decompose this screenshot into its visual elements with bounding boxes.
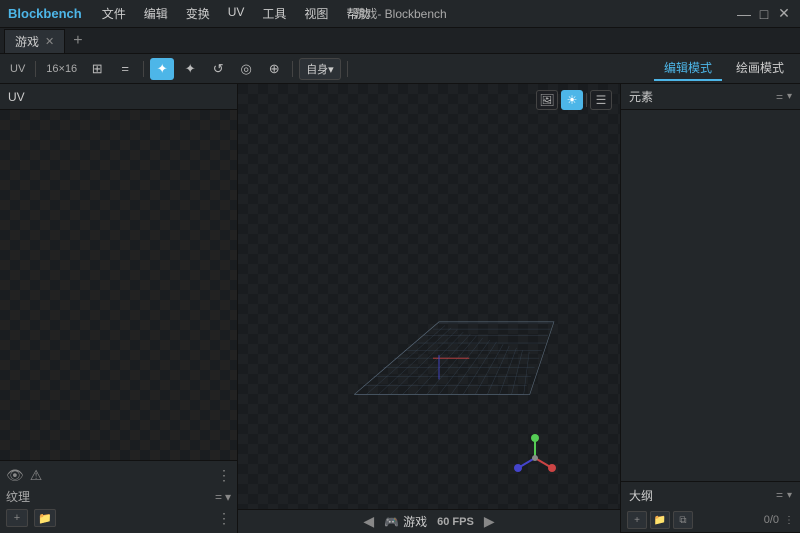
- viewport-tab-label: 🎮 游戏: [384, 513, 427, 530]
- uv-label: UV: [8, 90, 25, 104]
- mode-dropdown[interactable]: 自身▾: [299, 58, 341, 80]
- move-tool-btn[interactable]: ✦: [150, 58, 174, 80]
- outline-copy-btn[interactable]: ⧉: [673, 511, 693, 529]
- viewport-tab-icon: 🎮: [384, 515, 399, 529]
- viewport-bottom-bar: ◀ 🎮 游戏 60 FPS ▶: [238, 509, 620, 533]
- texture-row: 纹理 = ▾: [6, 486, 231, 507]
- outline-menu-icon[interactable]: =: [776, 488, 783, 502]
- outline-more-icon[interactable]: ⋮: [784, 515, 794, 526]
- minimize-button[interactable]: —: [736, 6, 752, 22]
- right-panel-header: 元素 = ▾: [621, 84, 800, 110]
- warning-icon: ⚠: [30, 467, 43, 484]
- paint-mode-btn[interactable]: 绘画模式: [726, 56, 794, 81]
- menu-file[interactable]: 文件: [94, 2, 134, 25]
- tab-add-button[interactable]: +: [65, 30, 90, 52]
- texture-folder-btn[interactable]: 📁: [34, 509, 56, 527]
- vp-menu-btn[interactable]: ☰: [590, 90, 612, 110]
- menu-uv[interactable]: UV: [220, 2, 253, 25]
- grid-svg: .grid-line { stroke: #3a4a5a; stroke-wid…: [318, 230, 560, 450]
- tab-game[interactable]: 游戏 ✕: [4, 29, 65, 53]
- menu-edit[interactable]: 编辑: [136, 2, 176, 25]
- edit-mode-btn[interactable]: 编辑模式: [654, 56, 722, 81]
- title-bar: Blockbench 文件 编辑 变换 UV 工具 视图 帮助 游戏- Bloc…: [0, 0, 800, 28]
- next-frame-btn[interactable]: ▶: [484, 513, 495, 530]
- grid-icon-btn[interactable]: ⊞: [85, 58, 109, 80]
- eye-icon[interactable]: 👁: [6, 467, 24, 484]
- outline-label: 大纲: [629, 487, 653, 504]
- viewport-toolbar: 🖼 ☀ ☰: [536, 90, 612, 110]
- prev-frame-btn[interactable]: ◀: [363, 513, 374, 530]
- axis-gizmo: [510, 433, 560, 483]
- vp-separator: [586, 93, 587, 107]
- texture-label: 纹理: [6, 488, 209, 505]
- close-button[interactable]: ✕: [776, 6, 792, 22]
- outline-count: 0/0: [764, 514, 779, 526]
- toolbar-separator-1: [35, 61, 36, 77]
- main-layout: UV 👁 ⚠ ⋮ 纹理 = ▾ + 📁 ⋮: [0, 84, 800, 533]
- maximize-button[interactable]: □: [756, 6, 772, 22]
- texture-chevron-icon[interactable]: ▾: [225, 490, 231, 504]
- texture-add-btn[interactable]: +: [6, 509, 28, 527]
- target-tool-btn[interactable]: ◎: [234, 58, 258, 80]
- tab-close-icon[interactable]: ✕: [45, 35, 54, 48]
- mode-label: 自身▾: [306, 61, 334, 77]
- fps-display: 60 FPS: [437, 516, 474, 528]
- size-label: 16×16: [42, 61, 81, 77]
- texture-btn-row: + 📁 ⋮: [6, 507, 231, 529]
- outline-folder-btn[interactable]: 📁: [650, 511, 670, 529]
- outline-section: 大纲 = ▾ + 📁 ⧉ 0/0 ⋮: [621, 481, 800, 533]
- elements-chevron-icon[interactable]: ▾: [787, 91, 792, 102]
- toolbar-separator-3: [292, 61, 293, 77]
- window-title: 游戏- Blockbench: [353, 5, 446, 22]
- elements-label: 元素: [629, 88, 653, 105]
- texture-panel-menu-btn[interactable]: ⋮: [217, 510, 231, 527]
- elements-content: [621, 110, 800, 481]
- viewport[interactable]: .grid-line { stroke: #3a4a5a; stroke-wid…: [238, 84, 620, 533]
- elements-menu-icon[interactable]: =: [776, 90, 783, 104]
- outline-chevron-icon[interactable]: ▾: [787, 490, 792, 501]
- footer-icons-row: 👁 ⚠ ⋮: [6, 465, 231, 486]
- tab-bar: 游戏 ✕ +: [0, 28, 800, 54]
- vp-image-btn[interactable]: 🖼: [536, 90, 558, 110]
- uv-panel-header: UV: [0, 84, 237, 110]
- menu-view[interactable]: 视图: [296, 2, 336, 25]
- scale-tool-btn[interactable]: ↺: [206, 58, 230, 80]
- grid-container: .grid-line { stroke: #3a4a5a; stroke-wid…: [318, 230, 560, 453]
- rotate-tool-btn[interactable]: ✦: [178, 58, 202, 80]
- uv-panel: UV 👁 ⚠ ⋮ 纹理 = ▾ + 📁 ⋮: [0, 84, 238, 533]
- uv-canvas[interactable]: [0, 110, 237, 460]
- outline-toolbar: + 📁 ⧉ 0/0 ⋮: [621, 508, 800, 533]
- app-logo: Blockbench: [8, 6, 82, 21]
- outline-add-btn[interactable]: +: [627, 511, 647, 529]
- equals-icon-btn[interactable]: =: [113, 58, 137, 80]
- vp-light-btn[interactable]: ☀: [561, 90, 583, 110]
- panel-menu-btn[interactable]: ⋮: [217, 467, 231, 484]
- menu-transform[interactable]: 变换: [178, 2, 218, 25]
- toolbar: UV 16×16 ⊞ = ✦ ✦ ↺ ◎ ⊕ 自身▾ 编辑模式 绘画模式: [0, 54, 800, 84]
- menu-tools[interactable]: 工具: [254, 2, 294, 25]
- toolbar-separator-4: [347, 61, 348, 77]
- texture-menu-btns: = ▾: [215, 490, 231, 504]
- tab-label: 游戏: [15, 33, 39, 50]
- toolbar-separator-2: [143, 61, 144, 77]
- viewport-tab-text: 游戏: [403, 513, 427, 530]
- right-panel: 元素 = ▾ 大纲 = ▾ + 📁 ⧉ 0/0 ⋮: [620, 84, 800, 533]
- outline-header: 大纲 = ▾: [621, 482, 800, 508]
- uv-panel-footer: 👁 ⚠ ⋮ 纹理 = ▾ + 📁 ⋮: [0, 460, 237, 533]
- window-controls: — □ ✕: [736, 6, 792, 22]
- texture-menu-icon[interactable]: =: [215, 490, 222, 504]
- uv-panel-header: UV: [6, 61, 29, 77]
- pivot-tool-btn[interactable]: ⊕: [262, 58, 286, 80]
